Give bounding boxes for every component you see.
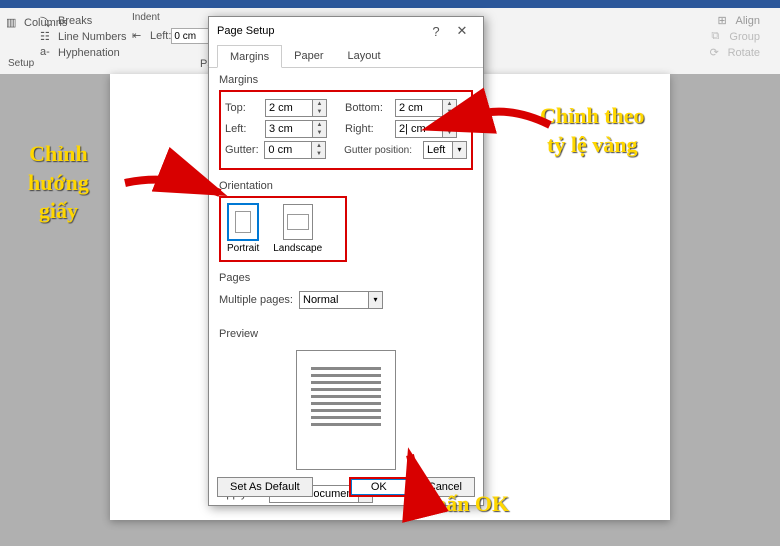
bottom-input[interactable] [395, 99, 443, 117]
gutter-pos-input[interactable] [423, 141, 453, 159]
hyphenation-icon: a- [40, 46, 54, 60]
landscape-icon [283, 204, 313, 240]
columns-icon: ▥ [6, 16, 20, 30]
portrait-option[interactable]: Portrait [227, 204, 259, 254]
multiple-pages-input[interactable] [299, 291, 369, 309]
ribbon-top-bar [0, 0, 780, 8]
gutter-spinner[interactable]: ▲▼ [264, 141, 326, 159]
margins-section-label: Margins [219, 72, 473, 90]
preview-label: Preview [219, 326, 473, 344]
indent-left-label: Left: [150, 30, 171, 42]
dialog-titlebar: Page Setup ? ✕ [209, 17, 483, 45]
right-label: Right: [345, 123, 395, 135]
align-icon: ⊞ [718, 14, 732, 28]
hyphenation-label: Hyphenation [58, 47, 120, 59]
left-spinner[interactable]: ▲▼ [265, 120, 327, 138]
line-numbers-icon: ☷ [40, 30, 54, 44]
annotation-left: Chỉnh hướng giấy [28, 140, 89, 226]
landscape-label: Landscape [273, 243, 322, 254]
rotate-button: ⟳ Rotate [710, 46, 760, 60]
breaks-button[interactable]: ⤵ Breaks [40, 14, 92, 28]
top-spinner[interactable]: ▲▼ [265, 99, 327, 117]
rotate-icon: ⟳ [710, 46, 724, 60]
left-input[interactable] [265, 120, 313, 138]
hyphenation-button[interactable]: a- Hyphenation [40, 46, 120, 60]
indent-label: Indent [132, 12, 160, 23]
breaks-label: Breaks [58, 15, 92, 27]
setup-group-label: Setup [8, 58, 34, 69]
set-as-default-button[interactable]: Set As Default [217, 477, 313, 497]
indent-left-icon: ⇤ [132, 29, 146, 43]
arrow-right [470, 100, 560, 145]
close-button[interactable]: ✕ [449, 23, 475, 39]
left-updown[interactable]: ▲▼ [313, 120, 327, 138]
bottom-label: Bottom: [345, 102, 395, 114]
gutter-updown[interactable]: ▲▼ [312, 141, 326, 159]
gutter-pos-label: Gutter position: [344, 145, 423, 156]
multiple-pages-select[interactable]: ▾ [299, 291, 383, 309]
tab-layout[interactable]: Layout [335, 45, 392, 67]
indent-left-input[interactable] [171, 28, 211, 44]
right-input[interactable] [395, 120, 443, 138]
portrait-icon [228, 204, 258, 240]
bottom-spinner[interactable]: ▲▼ [395, 99, 457, 117]
orientation-highlight-box: Portrait Landscape [219, 196, 347, 262]
bottom-updown[interactable]: ▲▼ [443, 99, 457, 117]
multiple-pages-dd[interactable]: ▾ [369, 291, 383, 309]
margins-highlight-box: Top: ▲▼ Bottom: ▲▼ Left: ▲▼ Right: ▲▼ Gu… [219, 90, 473, 170]
right-spinner[interactable]: ▲▼ [395, 120, 457, 138]
indent-left[interactable]: ⇤ Left: [132, 28, 211, 44]
line-numbers-label: Line Numbers [58, 31, 126, 43]
breaks-icon: ⤵ [40, 14, 54, 28]
left-label: Left: [225, 123, 265, 135]
tab-margins[interactable]: Margins [217, 45, 282, 68]
portrait-label: Portrait [227, 243, 259, 254]
align-button: ⊞ Align [718, 14, 760, 28]
preview-box [296, 350, 396, 470]
group-label: Group [729, 31, 760, 43]
top-input[interactable] [265, 99, 313, 117]
multiple-pages-label: Multiple pages: [219, 294, 299, 306]
pages-label: Pages [219, 270, 473, 288]
orientation-label: Orientation [219, 178, 473, 196]
gutter-input[interactable] [264, 141, 312, 159]
line-numbers-button[interactable]: ☷ Line Numbers [40, 30, 126, 44]
tab-paper[interactable]: Paper [282, 45, 335, 67]
page-setup-dialog: Page Setup ? ✕ Margins Paper Layout Marg… [208, 16, 484, 506]
gutter-pos-dd[interactable]: ▾ [453, 141, 467, 159]
top-label: Top: [225, 102, 265, 114]
rotate-label: Rotate [728, 47, 760, 59]
dialog-tabs: Margins Paper Layout [209, 45, 483, 68]
align-label: Align [736, 15, 760, 27]
dialog-title-text: Page Setup [217, 25, 423, 37]
right-updown[interactable]: ▲▼ [443, 120, 457, 138]
arrow-bottom [400, 450, 440, 505]
gutter-label: Gutter: [225, 144, 264, 156]
arrow-left [120, 168, 230, 223]
gutter-pos-select[interactable]: ▾ [423, 141, 467, 159]
group-button: ⧉ Group [711, 30, 760, 44]
group-icon: ⧉ [711, 30, 725, 44]
top-updown[interactable]: ▲▼ [313, 99, 327, 117]
landscape-option[interactable]: Landscape [273, 204, 322, 254]
help-button[interactable]: ? [423, 24, 449, 39]
